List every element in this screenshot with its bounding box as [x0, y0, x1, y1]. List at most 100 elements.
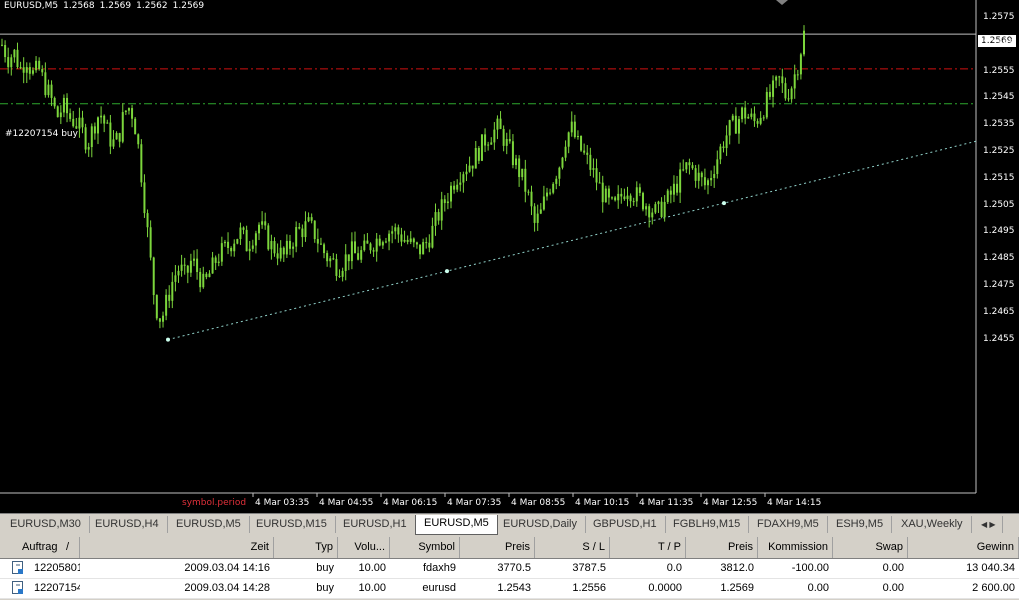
symbol-period-label: symbol.period — [182, 498, 247, 508]
candle-body — [660, 201, 663, 217]
candle-body — [539, 209, 542, 214]
candle-body — [412, 238, 415, 243]
candle-body — [279, 247, 282, 259]
chart-tab[interactable]: EURUSD,M15 — [248, 516, 336, 533]
table-cell: 0.00 — [882, 562, 904, 574]
chart-tab[interactable]: EURUSD,M5 — [168, 516, 250, 533]
candle-body — [799, 54, 802, 75]
table-cell: 1.2543 — [497, 582, 531, 594]
column-header[interactable]: / — [62, 537, 80, 558]
candle-body — [611, 197, 614, 199]
candle-body — [589, 154, 592, 170]
candle-body — [220, 243, 223, 262]
chart-tab[interactable]: GBPUSD,H1 — [585, 516, 666, 533]
column-header[interactable]: Swap — [833, 537, 908, 558]
column-header[interactable]: Gewinn — [908, 537, 1019, 558]
candle-body — [282, 247, 285, 255]
candle-body — [508, 139, 511, 142]
chart-tab[interactable]: EURUSD,H1 — [335, 516, 416, 533]
candle-body — [124, 110, 127, 113]
column-header[interactable]: Symbol — [390, 537, 460, 558]
candle-body — [468, 165, 471, 172]
chart-tab[interactable]: EURUSD,Daily — [495, 516, 586, 533]
candle-body — [573, 121, 576, 138]
chart-tab[interactable]: EURUSD,M5 — [415, 515, 498, 535]
candle-body — [186, 265, 189, 273]
candle-body — [140, 144, 143, 183]
candle-body — [666, 190, 669, 202]
candle-body — [592, 168, 595, 170]
candle-body — [419, 244, 422, 255]
candle-body — [496, 118, 499, 130]
candle-body — [700, 172, 703, 178]
candle-body — [555, 178, 558, 184]
column-header[interactable]: T / P — [610, 537, 686, 558]
chevron-right-icon[interactable]: ▶ — [989, 520, 995, 529]
candle-body — [378, 238, 381, 246]
candle-body — [285, 240, 288, 255]
price-tick-label: 1.2545 — [983, 92, 1015, 103]
trade-row[interactable]: 12205801 2009.03.04 14:16 buy 10.00 fdaxh9 37… — [0, 558, 1019, 579]
candle-body — [258, 224, 261, 234]
tab-scroll-arrows[interactable]: ◀ ▶ — [975, 516, 1003, 533]
candle-body — [703, 177, 706, 186]
candle-body — [69, 113, 72, 119]
trendline-anchor — [166, 337, 170, 342]
candle-body — [400, 234, 403, 242]
candle-body — [131, 108, 134, 119]
chart-tab[interactable]: EURUSD,M30 — [2, 516, 90, 533]
chart-tab[interactable]: ESH9,M5 — [828, 516, 893, 533]
column-header[interactable]: Preis — [460, 537, 535, 558]
trade-row[interactable]: 12207154 2009.03.04 14:28 buy 10.00 eurusd 1.… — [0, 578, 1019, 599]
table-cell: 0.00 — [882, 582, 904, 594]
chart-high: 1.2569 — [99, 1, 132, 11]
column-header[interactable]: Kommission — [758, 537, 833, 558]
candle-body — [564, 146, 567, 158]
candle-body — [50, 84, 53, 98]
candle-body — [744, 107, 747, 119]
candle-body — [205, 273, 208, 278]
chart-tab[interactable]: FDAXH9,M5 — [749, 516, 828, 533]
candle-body — [536, 213, 539, 223]
candle-body — [778, 76, 781, 78]
candle-body — [384, 241, 387, 243]
column-header[interactable]: Zeit — [80, 537, 274, 558]
column-header[interactable]: Auftrag — [0, 537, 62, 558]
price-chart[interactable]: EURUSD,M5 1.2568 1.2569 1.2562 1.2569 #12207… — [0, 0, 1019, 513]
candle-body — [248, 248, 251, 252]
candle-body — [422, 242, 425, 255]
candle-body — [326, 253, 329, 262]
candle-body — [381, 242, 384, 246]
candle-body — [118, 133, 121, 142]
table-cell: 1.2569 — [720, 582, 754, 594]
column-header[interactable]: Volu... — [338, 537, 390, 558]
chart-canvas[interactable] — [0, 0, 1019, 513]
candle-body — [768, 91, 771, 97]
chart-tab[interactable]: XAU,Weekly — [893, 516, 972, 533]
price-tick-label: 1.2485 — [983, 253, 1015, 264]
candle-body — [638, 187, 641, 193]
table-cell: 10.00 — [358, 562, 386, 574]
candle-body — [713, 174, 716, 179]
chevron-left-icon[interactable]: ◀ — [981, 520, 987, 529]
candle-body — [270, 241, 273, 250]
table-cell: 2009.03.04 14:16 — [184, 562, 270, 574]
chart-tab[interactable]: FGBLH9,M15 — [665, 516, 750, 533]
candle-body — [793, 74, 796, 89]
candle-body — [59, 112, 62, 118]
candle-body — [403, 239, 406, 242]
candle-body — [391, 231, 394, 234]
chart-tab[interactable]: EURUSD,H4 — [87, 516, 168, 533]
order-line-label[interactable]: #12207154 buy — [5, 129, 78, 139]
candle-body — [505, 139, 508, 146]
price-tick-label: 1.2495 — [983, 226, 1015, 237]
candle-body — [707, 180, 710, 186]
candle-body — [347, 254, 350, 262]
candle-body — [199, 271, 202, 288]
table-cell: 0.0 — [666, 562, 682, 574]
candle-body — [295, 227, 298, 247]
column-header[interactable]: Preis — [686, 537, 758, 558]
candle-body — [319, 243, 322, 245]
column-header[interactable]: Typ — [274, 537, 338, 558]
column-header[interactable]: S / L — [535, 537, 610, 558]
